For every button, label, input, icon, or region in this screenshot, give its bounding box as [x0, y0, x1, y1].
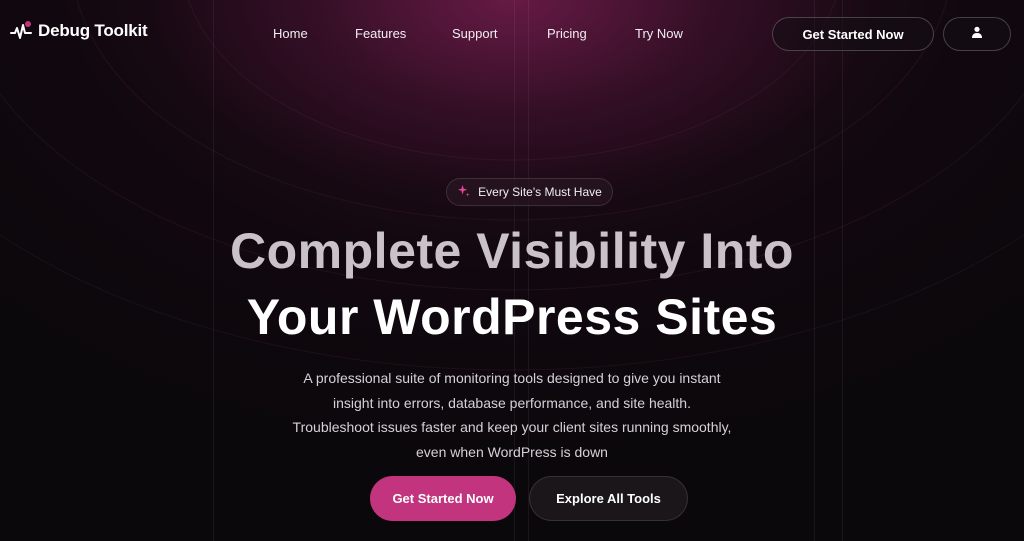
- nav-link-home[interactable]: Home: [273, 26, 308, 41]
- user-icon: [971, 25, 983, 43]
- nav-link-support[interactable]: Support: [452, 26, 498, 41]
- get-started-cta-button[interactable]: Get Started Now: [370, 476, 516, 521]
- hero-title-line-2: Your WordPress Sites: [246, 289, 778, 345]
- account-button[interactable]: [943, 17, 1011, 51]
- hero-title-line-1: Complete Visibility Into: [230, 223, 794, 279]
- nav-link-try-now[interactable]: Try Now: [635, 26, 683, 41]
- sparkle-icon: [457, 184, 470, 200]
- top-navigation: Debug Toolkit Home Features Support Pric…: [0, 0, 1024, 68]
- nav-link-pricing[interactable]: Pricing: [547, 26, 587, 41]
- brand-name: Debug Toolkit: [38, 21, 148, 40]
- pulse-logo-icon: [10, 20, 32, 42]
- brand-logo[interactable]: Debug Toolkit: [10, 20, 148, 42]
- get-started-button[interactable]: Get Started Now: [772, 17, 934, 51]
- nav-link-features[interactable]: Features: [355, 26, 406, 41]
- badge-label: Every Site's Must Have: [478, 185, 602, 199]
- explore-tools-button[interactable]: Explore All Tools: [529, 476, 688, 521]
- hero-description: A professional suite of monitoring tools…: [292, 370, 732, 460]
- hero-badge: Every Site's Must Have: [446, 178, 613, 206]
